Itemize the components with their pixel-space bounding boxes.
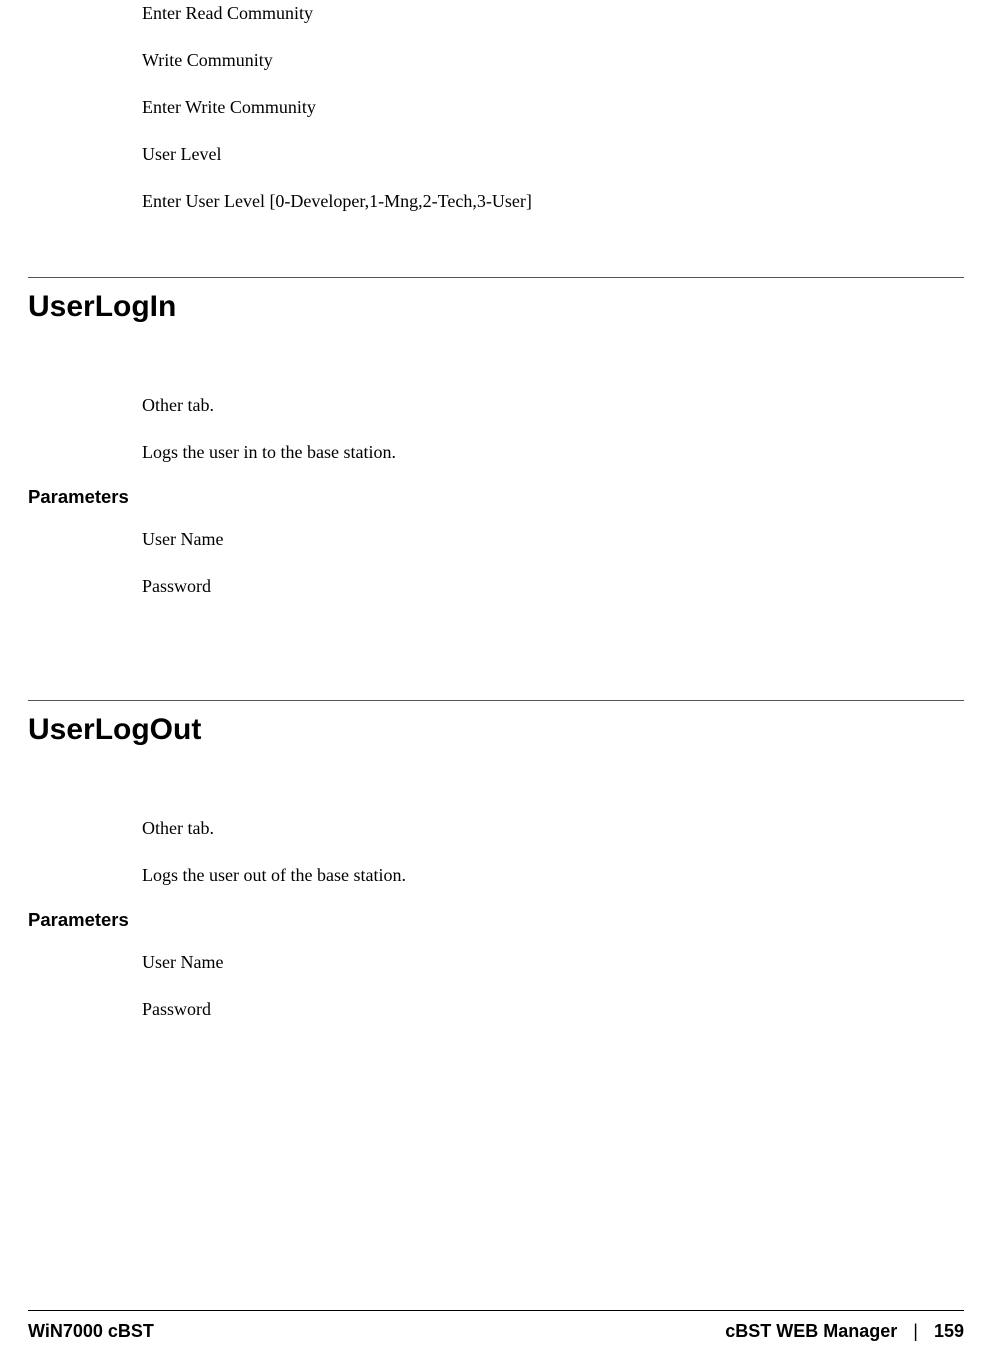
section-divider [28,700,964,701]
body-line: Enter Read Community [142,0,964,27]
param-line: Password [142,996,964,1023]
param-line: User Name [142,526,964,553]
footer-left: WiN7000 cBST [28,1321,154,1342]
section-heading-userlogin: UserLogIn [28,290,964,324]
section-userlogin: UserLogIn Other tab. Logs the user in to… [28,290,964,600]
body-line: Enter Write Community [142,94,964,121]
body-line: User Level [142,141,964,168]
param-line: Password [142,573,964,600]
footer-separator: | [913,1321,918,1342]
body-line: Logs the user in to the base station. [142,439,964,466]
page-footer: WiN7000 cBST cBST WEB Manager | 159 [28,1310,964,1342]
body-line: Write Community [142,47,964,74]
body-line: Other tab. [142,815,964,842]
footer-title: cBST WEB Manager [725,1321,897,1342]
parameters-label: Parameters [28,486,964,508]
body-line: Enter User Level [0-Developer,1-Mng,2-Te… [142,188,964,215]
footer-page-number: 159 [934,1321,964,1342]
footer-divider [28,1310,964,1311]
spacer [28,620,964,700]
top-section: Enter Read Community Write Community Ent… [28,0,964,215]
section-heading-userlogout: UserLogOut [28,713,964,747]
footer-right: cBST WEB Manager | 159 [725,1321,964,1342]
section-divider [28,277,964,278]
param-line: User Name [142,949,964,976]
body-line: Logs the user out of the base station. [142,862,964,889]
body-line: Other tab. [142,392,964,419]
parameters-label: Parameters [28,909,964,931]
section-userlogout: UserLogOut Other tab. Logs the user out … [28,713,964,1023]
